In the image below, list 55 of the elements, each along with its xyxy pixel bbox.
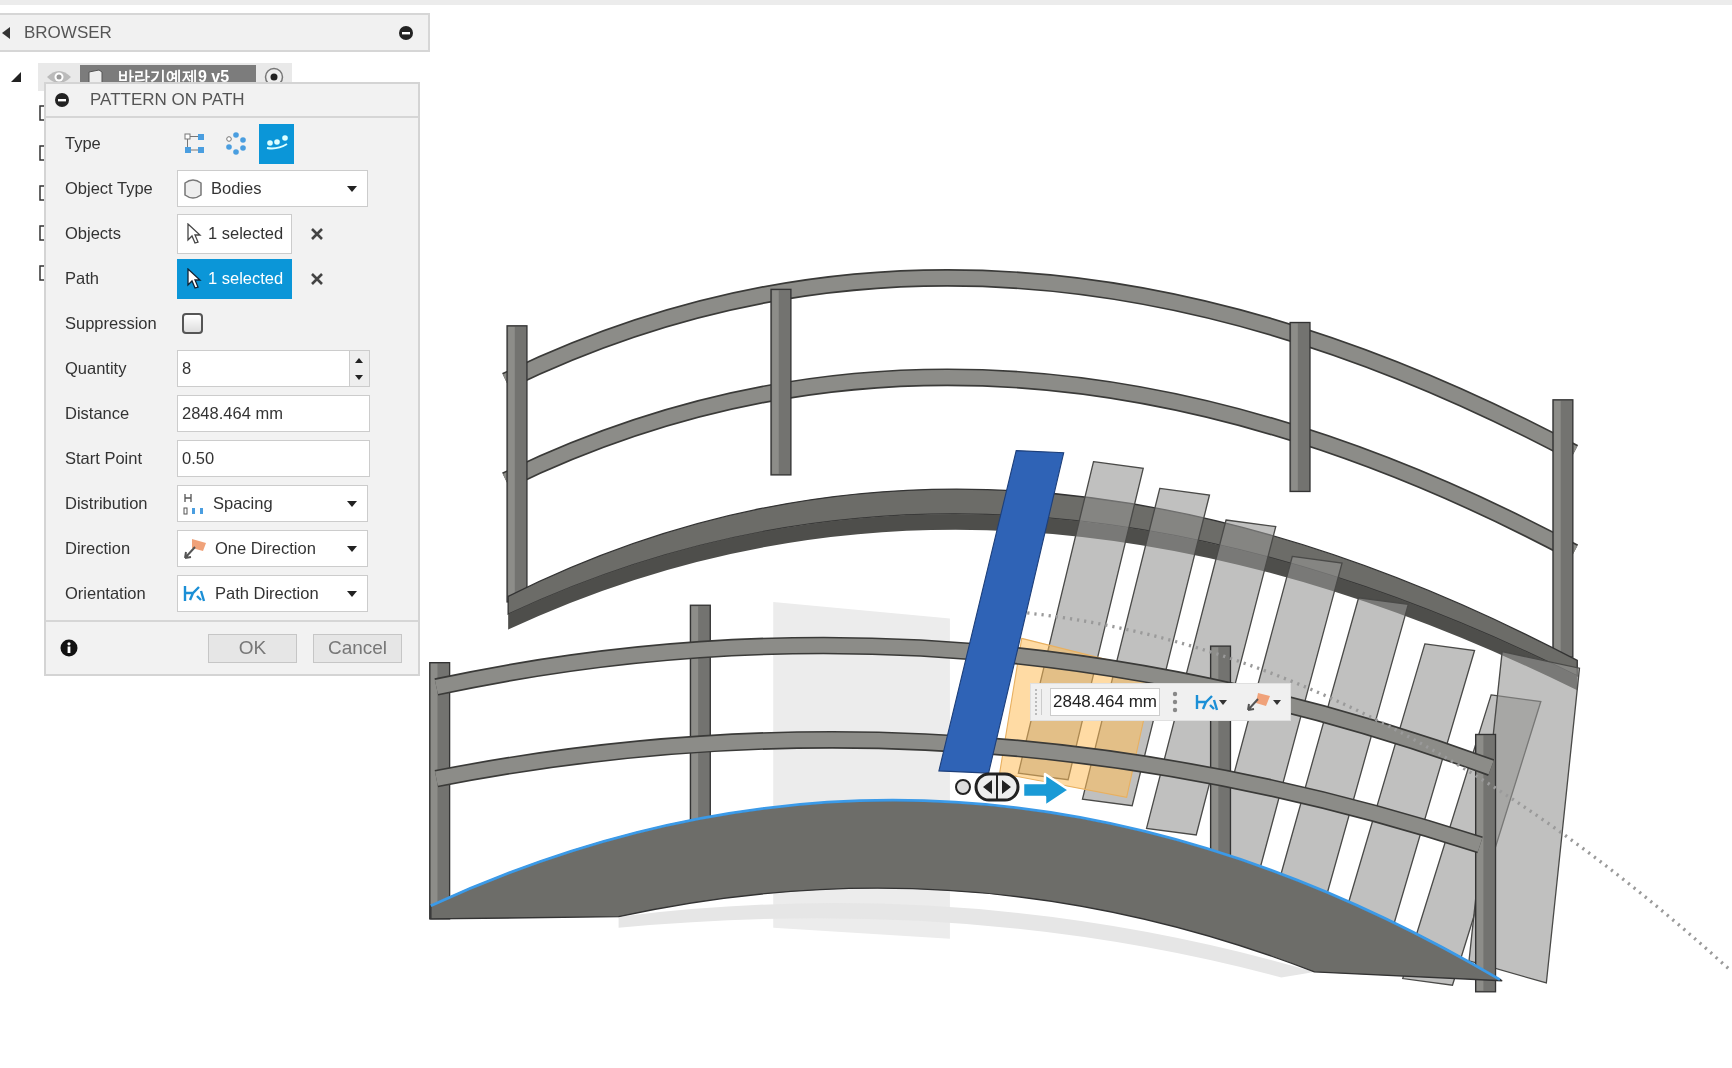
direction-icon xyxy=(183,537,207,560)
selection-button[interactable]: 1 selected xyxy=(177,213,293,254)
body-icon xyxy=(183,177,203,200)
field-label: Orientation xyxy=(64,584,147,603)
minimize-icon[interactable] xyxy=(398,24,414,41)
path-direction-icon xyxy=(1194,692,1228,712)
input-field[interactable]: 0.50 xyxy=(177,440,370,477)
caret-icon xyxy=(347,590,357,597)
dropdown-value: Path Direction xyxy=(215,584,320,603)
info-icon[interactable] xyxy=(60,639,78,657)
collapse-icon[interactable] xyxy=(2,26,10,39)
field-label: Path xyxy=(64,269,100,288)
circular-pattern-icon xyxy=(223,131,248,156)
cursor-icon xyxy=(186,267,202,290)
dropdown-value: Spacing xyxy=(213,494,274,513)
field-label: Distance xyxy=(64,404,131,423)
dropdown[interactable]: Bodies xyxy=(177,170,368,207)
dialog-button[interactable]: Cancel xyxy=(313,633,402,663)
cursor-icon xyxy=(186,222,202,245)
dropdown[interactable]: One Direction xyxy=(177,530,368,567)
input-field[interactable]: 2848.464 mm xyxy=(177,395,370,432)
caret-icon xyxy=(347,545,357,552)
clear-icon[interactable] xyxy=(310,226,325,241)
field-label: Object Type xyxy=(64,179,154,198)
dialog-title: PATTERN ON PATH xyxy=(90,90,245,110)
drag-grip[interactable] xyxy=(1035,689,1042,715)
caret-icon xyxy=(347,500,357,507)
checkbox[interactable] xyxy=(182,313,203,334)
field-label: Distribution xyxy=(64,494,149,513)
dropdown[interactable]: Spacing xyxy=(177,485,368,522)
flip-handle-icon[interactable] xyxy=(974,772,1020,802)
expanded-icon[interactable] xyxy=(10,71,22,83)
field-label: Start Point xyxy=(64,449,144,468)
dialog-button[interactable]: OK xyxy=(208,633,297,663)
point-handle-icon[interactable] xyxy=(954,778,972,796)
clear-icon[interactable] xyxy=(310,271,325,286)
rectangular-pattern-icon xyxy=(182,131,207,156)
dropdown-value: Bodies xyxy=(211,179,263,198)
more-icon[interactable] xyxy=(1172,691,1178,713)
pattern-type-button[interactable] xyxy=(259,123,294,164)
direction-icon xyxy=(1244,691,1282,713)
field-label: Type xyxy=(64,134,102,153)
caret-icon xyxy=(347,185,357,192)
field-label: Objects xyxy=(64,224,122,243)
spacing-icon xyxy=(183,492,205,515)
field-label: Direction xyxy=(64,539,132,558)
path-direction-icon xyxy=(183,583,207,604)
browser-title: BROWSER xyxy=(24,22,113,43)
field-label: Suppression xyxy=(64,314,158,333)
distance-input[interactable]: 2848.464 mm xyxy=(1050,688,1160,716)
minimize-icon[interactable] xyxy=(54,92,70,108)
dropdown-value: One Direction xyxy=(215,539,317,558)
quantity-field[interactable]: 8 xyxy=(177,350,349,387)
dropdown[interactable]: Path Direction xyxy=(177,575,368,612)
field-label: Quantity xyxy=(64,359,128,378)
